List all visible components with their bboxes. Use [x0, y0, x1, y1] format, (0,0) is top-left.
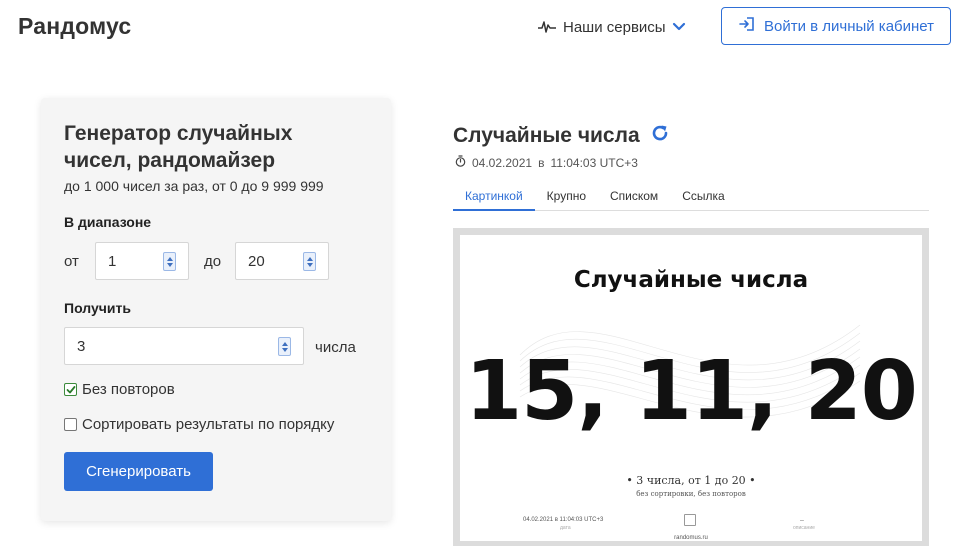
tab-list[interactable]: Списком: [598, 183, 670, 211]
image-caption: • 3 числа, от 1 до 20 •: [626, 474, 756, 487]
image-footer-dash-label: описание: [793, 525, 815, 531]
from-input[interactable]: 1: [95, 242, 189, 280]
services-menu[interactable]: Наши сервисы: [537, 16, 686, 38]
pulse-icon: [537, 19, 557, 35]
generate-button[interactable]: Сгенерировать: [64, 452, 213, 491]
result-date: 04.02.2021: [472, 155, 533, 170]
result-image-canvas: Случайные числа 15, 11, 20 • 3 числа, от…: [460, 235, 922, 541]
form-subtitle: до 1 000 чисел за раз, от 0 до 9 999 999: [64, 178, 324, 194]
result-datetime: 04.02.2021 в 11:04:03 UTC+3: [455, 155, 638, 170]
image-caption-details: без сортировки, без повторов: [636, 490, 746, 498]
image-footer-dash: –: [800, 517, 804, 524]
result-title-row: Случайные числа: [453, 123, 670, 149]
logo[interactable]: Рандомус: [18, 13, 131, 40]
checkmark-icon[interactable]: [64, 383, 77, 396]
login-label: Войти в личный кабинет: [763, 17, 935, 35]
from-label: от: [64, 253, 79, 270]
services-label: Наши сервисы: [563, 18, 666, 36]
count-input[interactable]: 3: [64, 327, 304, 365]
result-title: Случайные числа: [453, 124, 640, 147]
result-tabs: Картинкой Крупно Списком Ссылка: [453, 183, 929, 211]
to-label: до: [204, 253, 222, 270]
to-input[interactable]: 20: [235, 242, 329, 280]
to-value: 20: [248, 252, 265, 270]
chevron-down-icon: [672, 22, 686, 32]
result-date-sep: в: [538, 155, 545, 170]
form-title: Генератор случайных чисел, рандомайзер: [64, 122, 293, 172]
result-image: Случайные числа 15, 11, 20 • 3 числа, от…: [453, 228, 929, 546]
count-value: 3: [77, 337, 86, 355]
to-stepper[interactable]: [303, 252, 316, 271]
tab-link[interactable]: Ссылка: [670, 183, 736, 211]
from-value: 1: [108, 252, 117, 270]
tab-image[interactable]: Картинкой: [453, 183, 535, 211]
empty-checkbox-icon[interactable]: [64, 418, 77, 431]
tab-large[interactable]: Крупно: [535, 183, 598, 211]
login-icon: [738, 16, 756, 36]
sort-label: Сортировать результаты по порядку: [82, 416, 335, 433]
from-stepper[interactable]: [163, 252, 176, 271]
image-title: Случайные числа: [573, 267, 809, 293]
login-button[interactable]: Войти в личный кабинет: [721, 7, 951, 45]
image-footer-date: 04.02.2021 в 11:04:03 UTC+3: [523, 517, 604, 523]
range-label: В диапазоне: [64, 214, 152, 230]
calendar-icon: [684, 514, 696, 526]
result-time: 11:04:03 UTC+3: [550, 155, 638, 170]
timer-icon: [455, 155, 466, 170]
no-repeat-label: Без повторов: [82, 381, 175, 398]
count-stepper[interactable]: [278, 337, 291, 356]
image-footer-site: randomus.ru: [674, 535, 708, 541]
count-unit: числа: [315, 339, 356, 356]
image-footer-date-label: дата: [560, 525, 571, 531]
generated-numbers: 15, 11, 20: [465, 344, 918, 439]
get-label: Получить: [64, 300, 131, 316]
generator-form-card: Генератор случайных чисел, рандомайзер д…: [41, 98, 391, 521]
refresh-icon[interactable]: [650, 123, 670, 149]
no-repeat-checkbox[interactable]: Без повторов: [64, 381, 175, 398]
sort-checkbox[interactable]: Сортировать результаты по порядку: [64, 416, 334, 433]
